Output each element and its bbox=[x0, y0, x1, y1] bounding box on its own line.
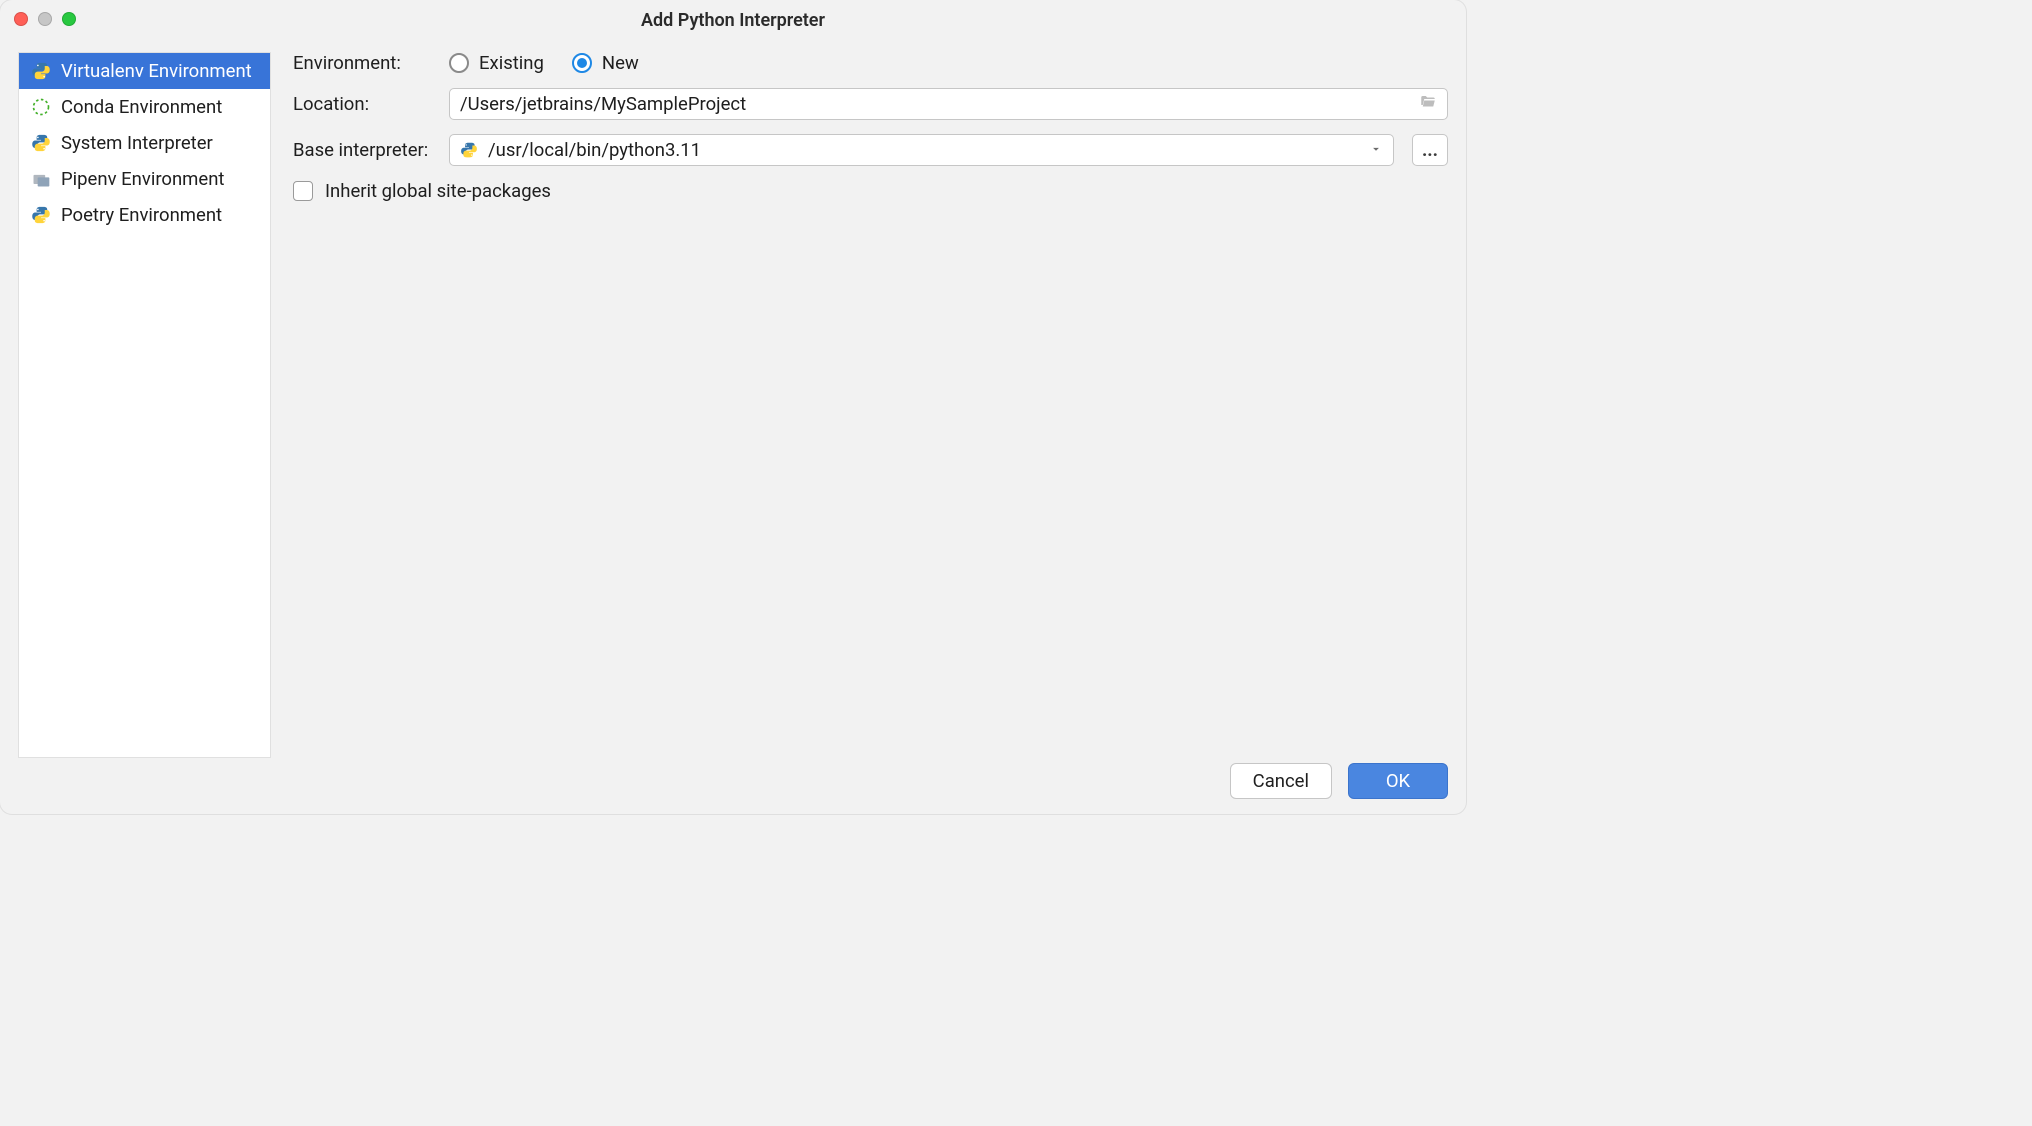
location-label: Location: bbox=[293, 93, 431, 115]
cancel-button[interactable]: Cancel bbox=[1230, 763, 1332, 799]
close-icon[interactable] bbox=[14, 12, 28, 26]
sidebar-item-label: System Interpreter bbox=[61, 132, 213, 154]
browse-button[interactable]: ... bbox=[1412, 134, 1448, 166]
radio-existing[interactable]: Existing bbox=[449, 52, 544, 74]
sidebar-item-label: Pipenv Environment bbox=[61, 168, 224, 190]
sidebar-item-virtualenv[interactable]: Virtualenv Environment bbox=[19, 53, 270, 89]
button-label: Cancel bbox=[1253, 770, 1309, 792]
sidebar-item-label: Conda Environment bbox=[61, 96, 222, 118]
ellipsis-icon: ... bbox=[1422, 139, 1438, 161]
dialog-body: Virtualenv Environment Conda Environment bbox=[0, 40, 1466, 758]
environment-row: Environment: Existing New bbox=[293, 52, 1448, 74]
sidebar-item-poetry[interactable]: Poetry Environment bbox=[19, 197, 270, 233]
titlebar: Add Python Interpreter bbox=[0, 0, 1466, 40]
inherit-row: Inherit global site-packages bbox=[293, 180, 1448, 202]
python-icon bbox=[460, 141, 478, 159]
inherit-checkbox[interactable] bbox=[293, 181, 313, 201]
radio-icon bbox=[572, 53, 592, 73]
location-row: Location: bbox=[293, 88, 1448, 120]
sidebar-item-label: Poetry Environment bbox=[61, 204, 222, 226]
ok-button[interactable]: OK bbox=[1348, 763, 1448, 799]
python-icon bbox=[31, 133, 51, 153]
radio-label: New bbox=[602, 52, 639, 74]
base-interpreter-value: /usr/local/bin/python3.11 bbox=[488, 139, 1359, 161]
pipenv-icon bbox=[31, 169, 51, 189]
base-interpreter-label: Base interpreter: bbox=[293, 139, 431, 161]
radio-new[interactable]: New bbox=[572, 52, 639, 74]
base-interpreter-row: Base interpreter: /usr/local/bin/python3… bbox=[293, 134, 1448, 166]
location-field[interactable] bbox=[449, 88, 1448, 120]
sidebar-item-system[interactable]: System Interpreter bbox=[19, 125, 270, 161]
main-panel: Environment: Existing New Location: bbox=[293, 52, 1466, 758]
environment-label: Environment: bbox=[293, 52, 431, 74]
dialog-window: Add Python Interpreter Virtualenv Enviro… bbox=[0, 0, 1466, 814]
folder-open-icon[interactable] bbox=[1419, 93, 1437, 116]
radio-icon bbox=[449, 53, 469, 73]
conda-icon bbox=[31, 97, 51, 117]
maximize-icon[interactable] bbox=[62, 12, 76, 26]
button-label: OK bbox=[1386, 770, 1410, 792]
radio-label: Existing bbox=[479, 52, 544, 74]
dialog-footer: Cancel OK bbox=[0, 758, 1466, 814]
minimize-icon[interactable] bbox=[38, 12, 52, 26]
inherit-label: Inherit global site-packages bbox=[325, 180, 551, 202]
python-icon bbox=[31, 61, 51, 81]
dialog-title: Add Python Interpreter bbox=[0, 10, 1466, 31]
sidebar-item-label: Virtualenv Environment bbox=[61, 60, 252, 82]
environment-radio-group: Existing New bbox=[449, 52, 639, 74]
window-controls bbox=[14, 12, 76, 26]
base-interpreter-combo[interactable]: /usr/local/bin/python3.11 bbox=[449, 134, 1394, 166]
interpreter-type-list: Virtualenv Environment Conda Environment bbox=[18, 52, 271, 758]
location-input[interactable] bbox=[460, 93, 1409, 115]
python-icon bbox=[31, 205, 51, 225]
sidebar-item-pipenv[interactable]: Pipenv Environment bbox=[19, 161, 270, 197]
chevron-down-icon bbox=[1369, 139, 1383, 161]
sidebar-item-conda[interactable]: Conda Environment bbox=[19, 89, 270, 125]
